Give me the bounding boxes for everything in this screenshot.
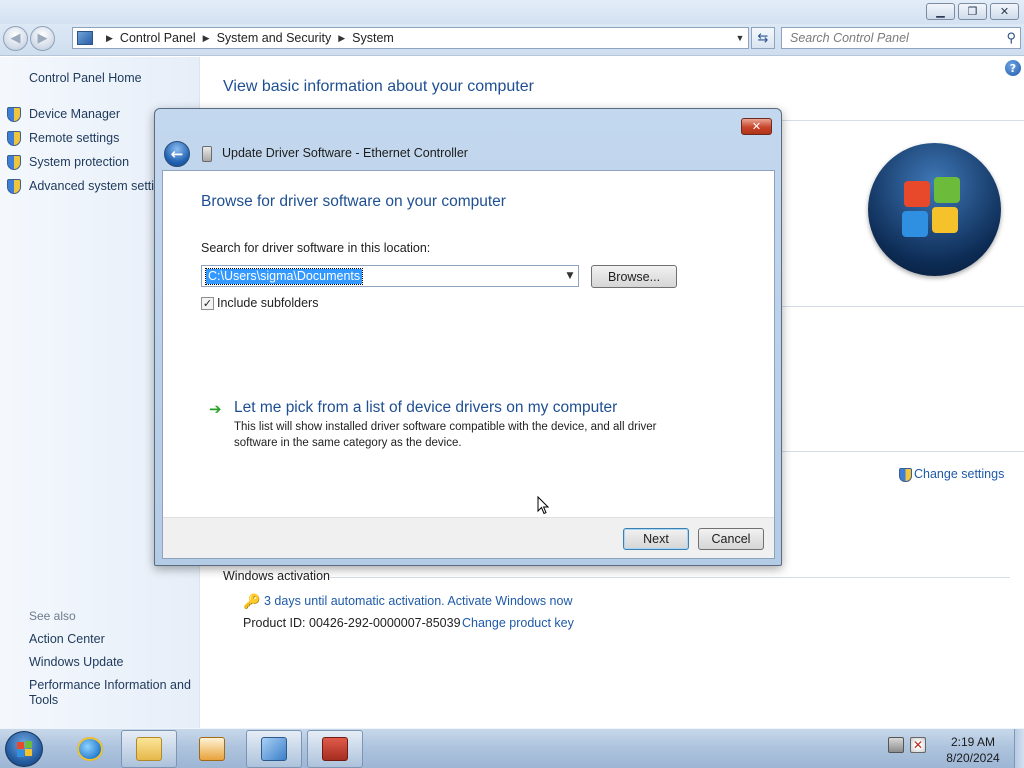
help-icon[interactable]: ? (1005, 60, 1021, 76)
breadcrumb-separator-icon[interactable]: ▶ (338, 33, 345, 44)
windows-update-link[interactable]: Windows Update (29, 655, 124, 669)
next-button[interactable]: Next (623, 528, 689, 550)
advanced-system-settings-link[interactable]: Advanced system settings (29, 179, 174, 193)
refresh-button[interactable]: ⇆ (751, 27, 775, 49)
search-placeholder: Search Control Panel (790, 31, 909, 45)
windows-flag-green (934, 177, 960, 203)
key-icon: 🔑 (243, 594, 261, 610)
media-player-icon (199, 737, 225, 761)
section-divider (330, 577, 1010, 578)
refresh-icon: ⇆ (757, 30, 769, 46)
address-toolbar: ◀ ▶ ▶ Control Panel ▶ System and Securit… (0, 24, 1024, 56)
windows-activation-heading: Windows activation (223, 569, 330, 583)
device-icon (202, 146, 212, 162)
control-panel-home-link[interactable]: Control Panel Home (29, 71, 142, 85)
dialog-content: Browse for driver software on your compu… (162, 170, 775, 559)
taskbar-internet-explorer[interactable] (62, 730, 118, 768)
green-arrow-icon: ➔ (209, 400, 222, 418)
search-location-label: Search for driver software in this locat… (201, 241, 431, 255)
back-button[interactable]: ◀ (3, 26, 28, 51)
action-center-link[interactable]: Action Center (29, 632, 105, 646)
breadcrumb-separator-icon[interactable]: ▶ (203, 33, 210, 44)
pick-from-list-link[interactable]: Let me pick from a list of device driver… (234, 399, 617, 417)
update-driver-dialog: ✕ ← Update Driver Software - Ethernet Co… (154, 108, 782, 566)
internet-explorer-icon (77, 737, 103, 761)
forward-arrow-icon: ▶ (37, 31, 48, 46)
cancel-button[interactable]: Cancel (698, 528, 764, 550)
breadcrumb-control-panel[interactable]: Control Panel (120, 31, 196, 45)
taskbar-control-panel[interactable] (246, 730, 302, 768)
windows-flag-icon (17, 741, 32, 757)
shield-icon (7, 131, 21, 146)
taskbar-clock[interactable]: 2:19 AM 8/20/2024 (936, 734, 1010, 766)
change-settings-link[interactable]: Change settings (914, 467, 1004, 481)
remote-settings-link[interactable]: Remote settings (29, 131, 119, 145)
change-product-key-link[interactable]: Change product key (462, 616, 574, 630)
performance-information-link[interactable]: Performance Information and Tools (29, 678, 194, 708)
search-icon[interactable]: ⚲ (1006, 30, 1016, 46)
dialog-back-button[interactable]: ← (164, 141, 190, 167)
taskbar-device-manager[interactable] (307, 730, 363, 768)
clock-time: 2:19 AM (950, 735, 996, 749)
breadcrumb-system[interactable]: System (352, 31, 394, 45)
forward-button[interactable]: ▶ (30, 26, 55, 51)
control-panel-icon (77, 31, 93, 45)
windows-logo (868, 143, 1001, 276)
product-id-text: Product ID: 00426-292-0000007-85039 (243, 616, 461, 630)
control-panel-icon (261, 737, 287, 761)
driver-path-combobox[interactable]: C:\Users\sigma\Documents ▼ (201, 265, 579, 287)
address-bar[interactable]: ▶ Control Panel ▶ System and Security ▶ … (72, 27, 749, 49)
shield-icon (899, 468, 912, 482)
address-dropdown-icon[interactable]: ▼ (732, 33, 748, 43)
dialog-title: Update Driver Software - Ethernet Contro… (222, 146, 468, 160)
close-button[interactable]: ✕ (990, 3, 1019, 20)
pick-from-list-description: This list will show installed driver sof… (234, 421, 657, 449)
shield-icon (7, 155, 21, 170)
window-titlebar: ▁ ❐ ✕ (0, 0, 1024, 24)
taskbar-media-player[interactable] (184, 730, 240, 768)
show-desktop-button[interactable] (1014, 729, 1024, 768)
system-protection-link[interactable]: System protection (29, 155, 129, 169)
dialog-heading: Browse for driver software on your compu… (201, 193, 506, 210)
start-button[interactable] (5, 731, 43, 767)
toolbox-icon (322, 737, 348, 761)
system-tray: ✕ (888, 737, 926, 753)
volume-muted-icon[interactable]: ✕ (910, 737, 926, 753)
browse-button[interactable]: Browse... (591, 265, 677, 288)
windows-flag-red (904, 181, 930, 207)
chevron-down-icon[interactable]: ▼ (562, 271, 578, 281)
maximize-button[interactable]: ❐ (958, 3, 987, 20)
activate-windows-link[interactable]: 3 days until automatic activation. Activ… (264, 594, 572, 608)
driver-path-value[interactable]: C:\Users\sigma\Documents (204, 267, 364, 285)
shield-icon (7, 107, 21, 122)
see-also-heading: See also (29, 609, 76, 623)
mouse-cursor-icon (537, 496, 549, 515)
clock-date: 8/20/2024 (946, 751, 1000, 765)
dialog-footer: Next Cancel (163, 517, 774, 558)
dialog-close-button[interactable]: ✕ (741, 118, 772, 135)
page-title: View basic information about your comput… (223, 78, 534, 95)
include-subfolders-checkbox[interactable]: ✓ (201, 297, 214, 310)
breadcrumb-separator-icon[interactable]: ▶ (106, 33, 113, 44)
folder-icon (136, 737, 162, 761)
shield-icon (7, 179, 21, 194)
device-manager-link[interactable]: Device Manager (29, 107, 120, 121)
taskbar-windows-explorer[interactable] (121, 730, 177, 768)
search-input[interactable]: Search Control Panel ⚲ (781, 27, 1021, 49)
back-arrow-icon: ◀ (10, 31, 21, 46)
breadcrumb-system-and-security[interactable]: System and Security (217, 31, 332, 45)
include-subfolders-label[interactable]: Include subfolders (217, 296, 318, 310)
windows-flag-yellow (932, 207, 958, 233)
taskbar: ✕ 2:19 AM 8/20/2024 (0, 728, 1024, 768)
minimize-button[interactable]: ▁ (926, 3, 955, 20)
windows-flag-blue (902, 211, 928, 237)
back-arrow-icon: ← (170, 145, 184, 163)
network-icon[interactable] (888, 737, 904, 753)
